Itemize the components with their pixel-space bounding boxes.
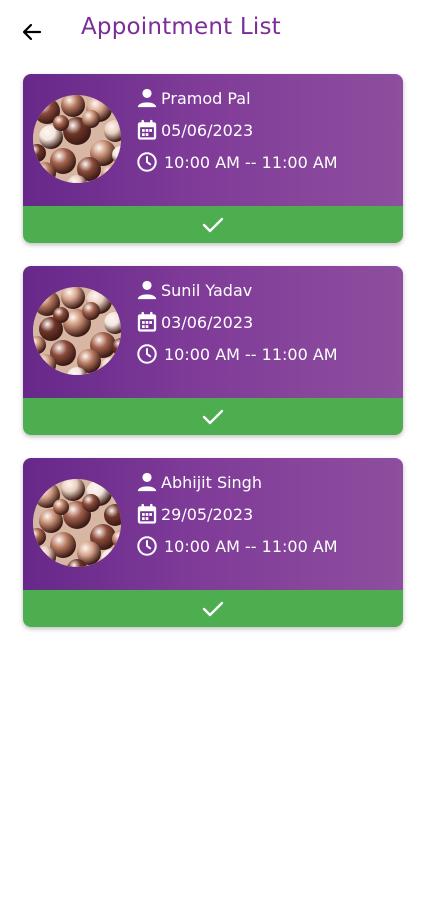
calendar-icon — [135, 502, 159, 526]
appointment-card[interactable]: Abhijit Singh 29/05/2023 10:00 AM -- 11:… — [23, 458, 403, 627]
appointment-card[interactable]: Sunil Yadav 03/06/2023 10:00 AM -- 11:00… — [23, 266, 403, 435]
appointment-list: Pramod Pal 05/06/2023 10:00 AM -- 11:00 … — [23, 74, 403, 650]
confirm-button[interactable] — [23, 398, 403, 435]
avatar — [33, 479, 121, 567]
patient-name: Pramod Pal — [161, 88, 251, 108]
confirm-button[interactable] — [23, 206, 403, 243]
calendar-icon — [135, 310, 159, 334]
appointment-card-body: Abhijit Singh 29/05/2023 10:00 AM -- 11:… — [23, 458, 403, 590]
appointment-date-row: 05/06/2023 — [135, 117, 253, 143]
patient-name: Sunil Yadav — [161, 280, 253, 300]
appointment-time: 10:00 AM -- 11:00 AM — [164, 344, 338, 364]
avatar-image — [33, 479, 121, 567]
appointment-date: 29/05/2023 — [161, 504, 254, 524]
patient-name-row: Sunil Yadav — [135, 277, 252, 303]
calendar-icon — [135, 118, 159, 142]
avatar — [33, 287, 121, 375]
appointment-card-body: Pramod Pal 05/06/2023 10:00 AM -- 11:00 … — [23, 74, 403, 206]
confirm-button[interactable] — [23, 590, 403, 627]
avatar-image — [33, 95, 121, 183]
patient-name-row: Pramod Pal — [135, 85, 251, 111]
patient-name-row: Abhijit Singh — [135, 469, 262, 495]
appointment-card[interactable]: Pramod Pal 05/06/2023 10:00 AM -- 11:00 … — [23, 74, 403, 243]
back-button[interactable] — [16, 18, 48, 46]
appointment-time-row: 10:00 AM -- 11:00 AM — [135, 341, 338, 367]
person-icon — [135, 86, 159, 110]
appointment-date: 03/06/2023 — [161, 312, 254, 332]
check-icon — [202, 409, 224, 424]
arrow-left-icon — [22, 23, 42, 41]
appointment-time: 10:00 AM -- 11:00 AM — [164, 536, 338, 556]
avatar — [33, 95, 121, 183]
app-bar: Appointment List — [0, 0, 424, 64]
patient-name: Abhijit Singh — [161, 472, 262, 492]
clock-icon — [135, 534, 159, 558]
clock-icon — [135, 150, 159, 174]
person-icon — [135, 278, 159, 302]
check-icon — [202, 601, 224, 616]
appointment-date-row: 03/06/2023 — [135, 309, 253, 335]
appointment-time-row: 10:00 AM -- 11:00 AM — [135, 533, 338, 559]
check-icon — [202, 217, 224, 232]
appointment-time: 10:00 AM -- 11:00 AM — [164, 152, 338, 172]
clock-icon — [135, 342, 159, 366]
page-title: Appointment List — [81, 14, 281, 40]
appointment-date: 05/06/2023 — [161, 120, 254, 140]
appointment-date-row: 29/05/2023 — [135, 501, 253, 527]
person-icon — [135, 470, 159, 494]
avatar-image — [33, 287, 121, 375]
appointment-time-row: 10:00 AM -- 11:00 AM — [135, 149, 338, 175]
appointment-card-body: Sunil Yadav 03/06/2023 10:00 AM -- 11:00… — [23, 266, 403, 398]
